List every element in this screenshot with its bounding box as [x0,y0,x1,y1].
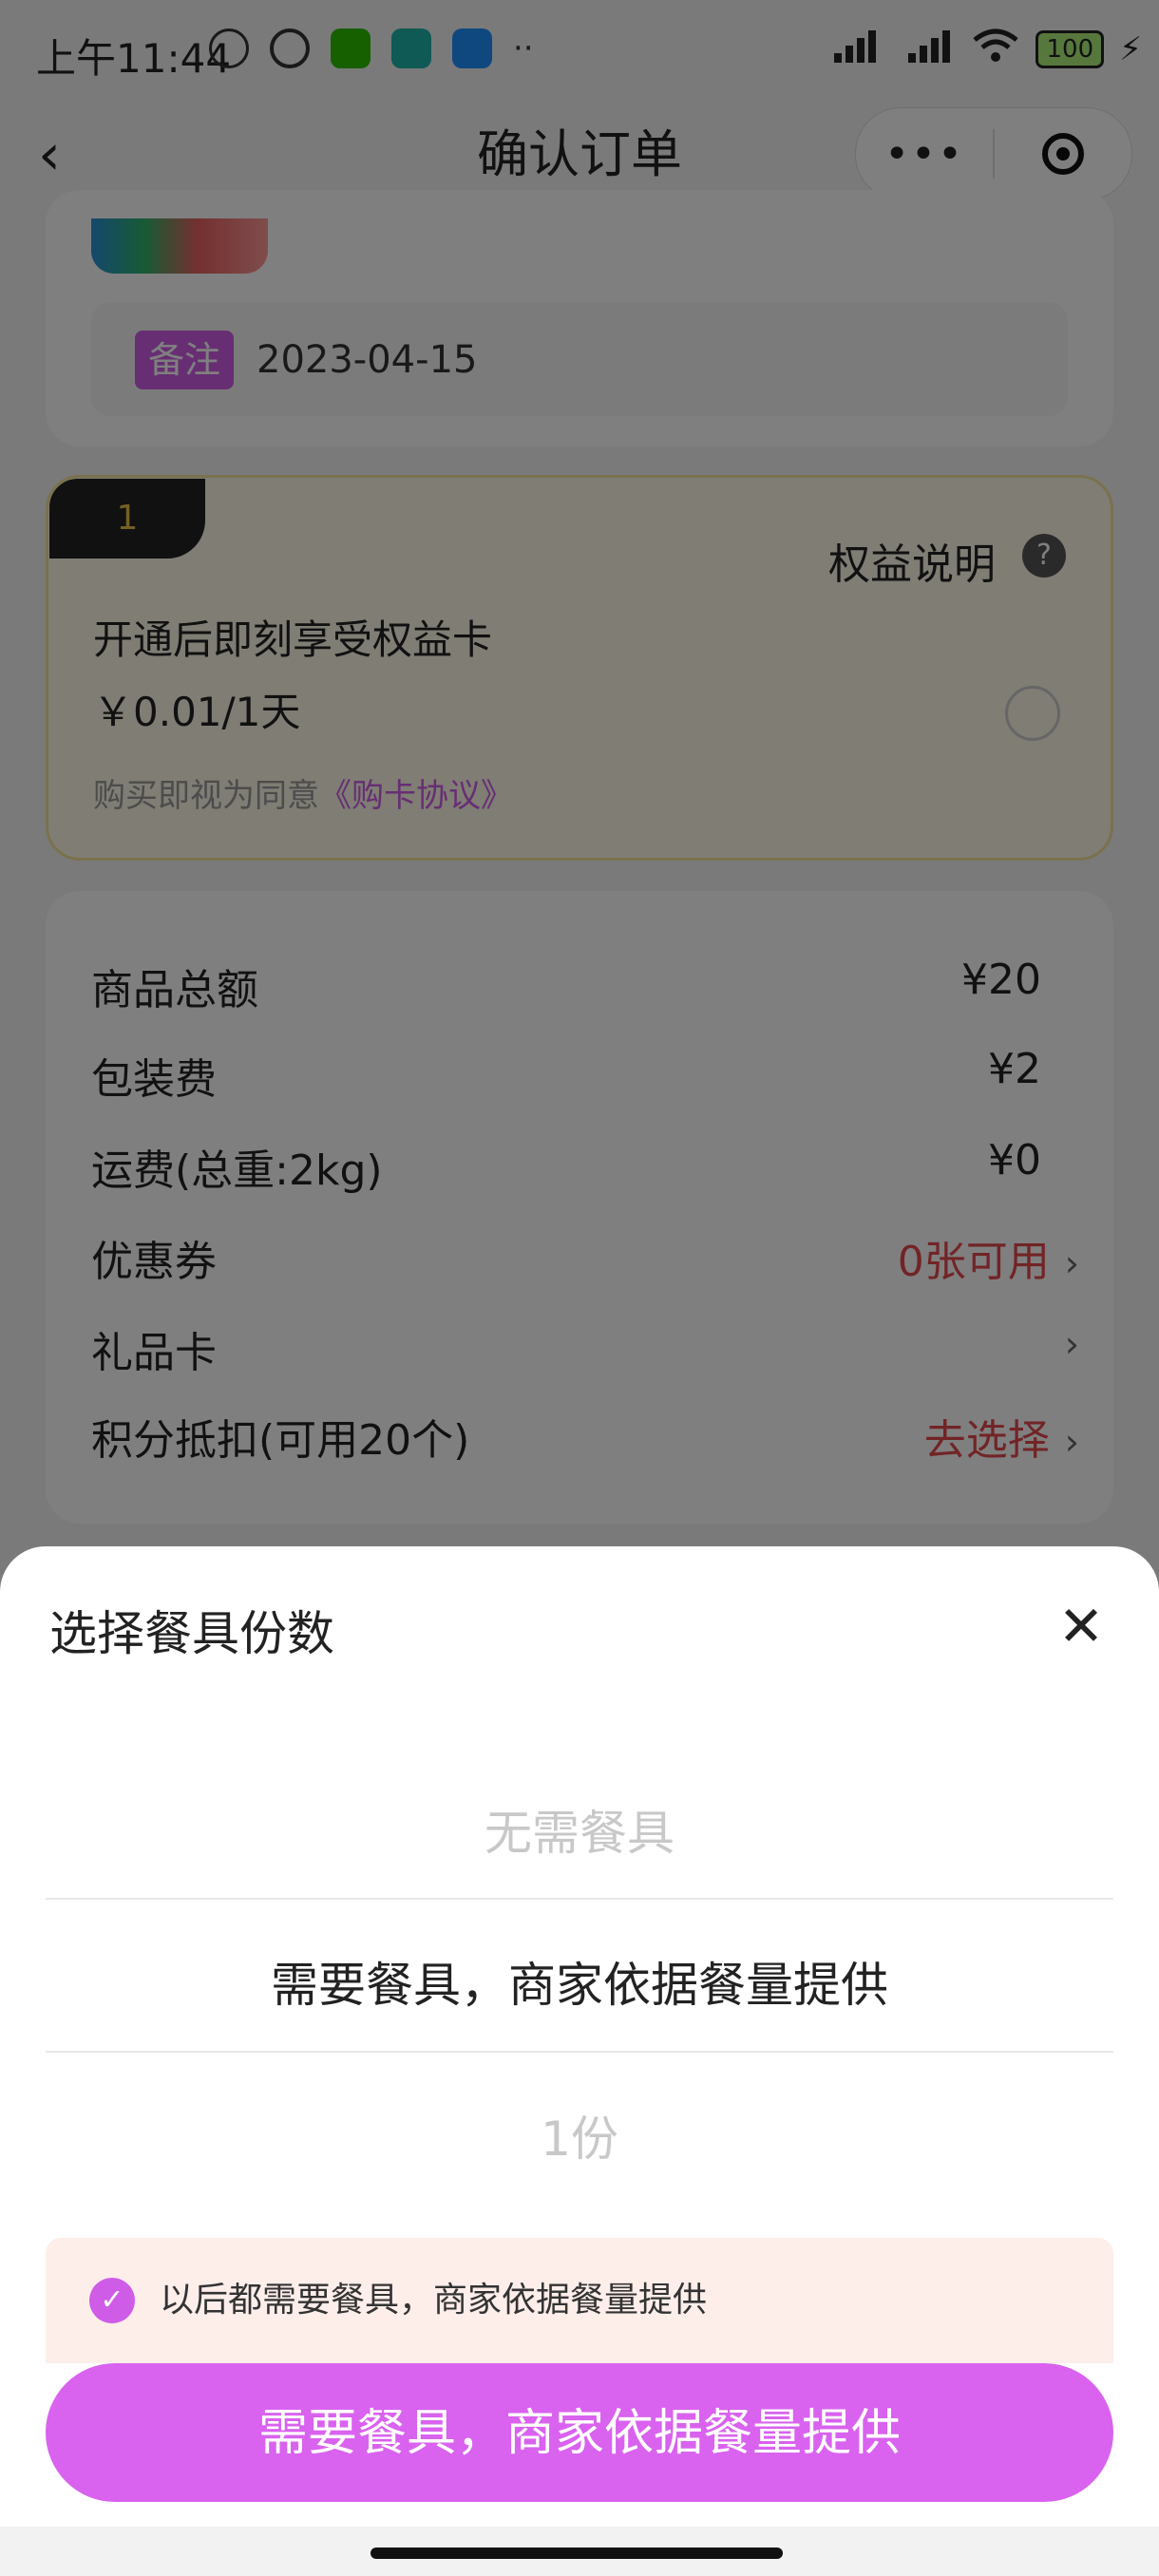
sheet-title: 选择餐具份数 [49,1606,334,1661]
option-no-tableware[interactable]: 无需餐具 [46,1795,1113,1864]
remember-choice-text: 以后都需要餐具，商家依据餐量提供 [160,2281,708,2320]
home-indicator[interactable] [370,2548,783,2559]
confirm-button[interactable]: 需要餐具，商家依据餐量提供 [46,2363,1113,2502]
close-icon[interactable]: ✕ [1053,1598,1110,1655]
option-one-set[interactable]: 1份 [46,2101,1113,2169]
option-as-needed[interactable]: 需要餐具，商家依据餐量提供 [46,1947,1113,2016]
picker-divider [46,1898,1113,1900]
picker-divider [46,2051,1113,2053]
check-icon[interactable]: ✓ [89,2278,135,2323]
